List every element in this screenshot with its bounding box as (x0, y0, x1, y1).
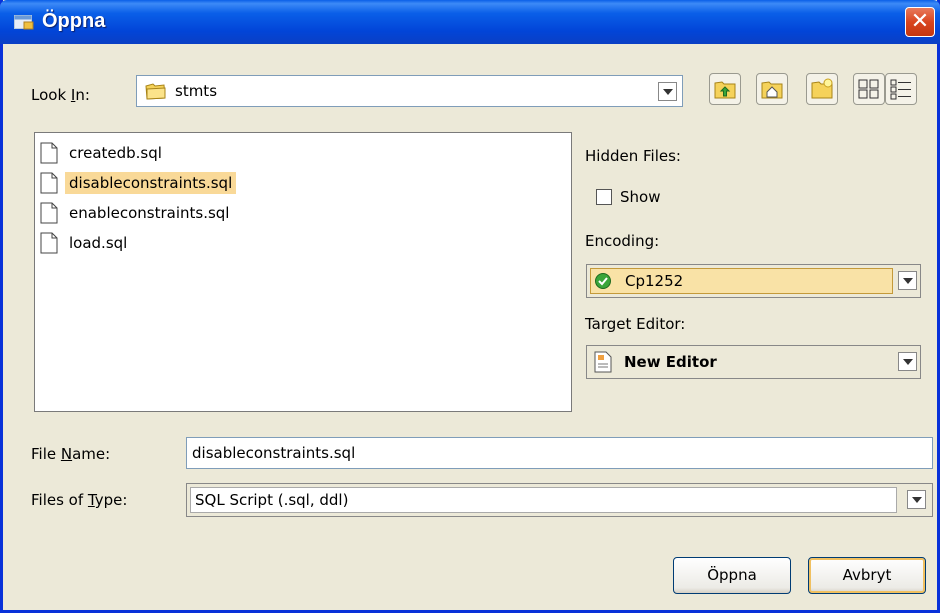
file-name-input[interactable]: disableconstraints.sql (186, 437, 933, 469)
details-view-icon (890, 79, 911, 100)
look-in-label: Look In: (31, 86, 90, 104)
home-icon (761, 81, 783, 99)
encoding-combo[interactable]: Cp1252 (586, 264, 921, 298)
up-folder-icon (714, 81, 736, 99)
open-dialog: Öppna ✕ Look In: stmts createdb.sql disa… (0, 0, 940, 613)
file-item-enableconstraints[interactable]: enableconstraints.sql (39, 199, 233, 226)
file-name: load.sql (69, 233, 128, 252)
close-button[interactable]: ✕ (905, 7, 935, 37)
up-folder-button[interactable] (709, 73, 741, 105)
file-item-disableconstraints[interactable]: disableconstraints.sql (39, 169, 237, 196)
chevron-down-icon[interactable] (898, 271, 917, 290)
window-title: Öppna (42, 10, 106, 32)
window-icon (14, 15, 34, 30)
new-folder-icon (811, 78, 833, 99)
file-icon (40, 202, 58, 223)
file-name-value: disableconstraints.sql (192, 444, 356, 462)
open-button[interactable]: Öppna (673, 557, 791, 594)
close-icon: ✕ (910, 9, 930, 34)
file-icon (40, 142, 58, 163)
chevron-down-icon[interactable] (907, 490, 926, 509)
file-item-createdb[interactable]: createdb.sql (39, 139, 166, 166)
look-in-value: stmts (175, 82, 218, 100)
files-of-type-value-box: SQL Script (.sql, ddl) (190, 487, 897, 513)
file-name-label: File Name: (31, 445, 111, 463)
list-view-button[interactable] (853, 73, 885, 105)
files-of-type-label: Files of Type: (31, 491, 128, 509)
title-bar[interactable]: Öppna ✕ (0, 0, 940, 44)
look-in-combo[interactable]: stmts (136, 75, 683, 107)
target-editor-combo[interactable]: New Editor (586, 345, 921, 379)
file-list[interactable]: createdb.sql disableconstraints.sql enab… (34, 132, 572, 412)
file-icon (40, 232, 58, 253)
target-editor-label: Target Editor: (585, 315, 686, 333)
new-document-icon (594, 351, 612, 373)
home-button[interactable] (756, 73, 788, 105)
list-view-icon (858, 79, 879, 99)
details-view-button[interactable] (885, 73, 917, 105)
chevron-down-icon[interactable] (658, 82, 677, 101)
folder-icon (145, 83, 166, 100)
chevron-down-icon[interactable] (898, 352, 917, 371)
show-hidden-checkbox[interactable] (596, 189, 612, 205)
file-name: createdb.sql (69, 143, 162, 162)
encoding-value-box: Cp1252 (590, 268, 893, 294)
file-name: enableconstraints.sql (69, 203, 230, 222)
files-of-type-value: SQL Script (.sql, ddl) (195, 491, 349, 509)
file-item-load[interactable]: load.sql (39, 229, 131, 256)
file-name: disableconstraints.sql (65, 171, 237, 194)
files-of-type-combo[interactable]: SQL Script (.sql, ddl) (186, 483, 933, 517)
hidden-files-label: Hidden Files: (585, 147, 681, 165)
file-icon (40, 172, 58, 193)
cancel-button[interactable]: Avbryt (808, 557, 926, 594)
show-label: Show (620, 188, 661, 206)
check-circle-icon (595, 273, 611, 289)
encoding-label: Encoding: (585, 232, 660, 250)
new-folder-button[interactable] (806, 73, 838, 105)
encoding-value: Cp1252 (625, 272, 684, 290)
target-editor-value: New Editor (624, 353, 717, 371)
